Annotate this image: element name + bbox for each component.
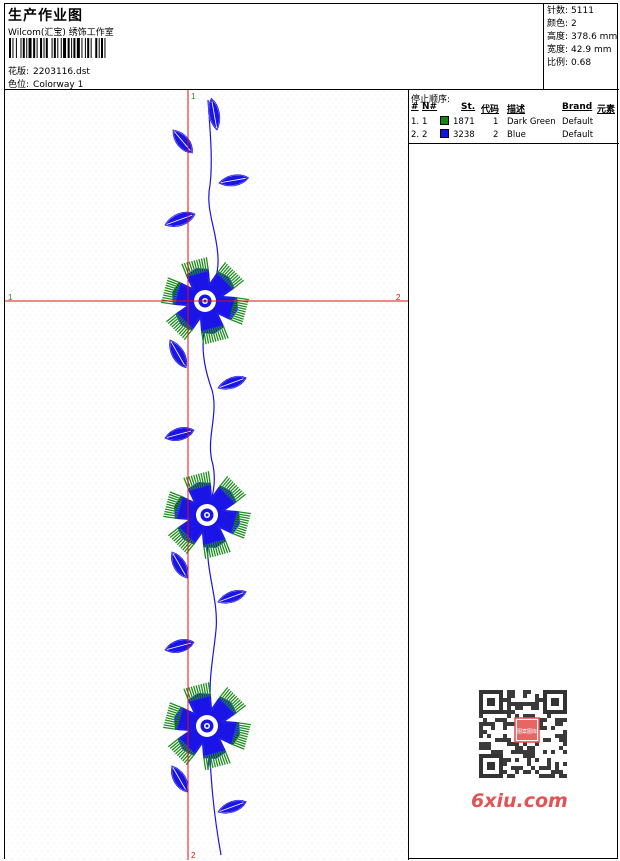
sheet-header: 生产作业图 Wilcom(汇宝) 绣饰工作室 花版: 2203116.dst 色位… xyxy=(5,4,619,90)
col-number: N# xyxy=(422,102,438,112)
sequence-row[interactable]: 2. 2 3238 2 Blue Default xyxy=(409,129,619,142)
design-file-name: 2203116.dst xyxy=(33,67,90,77)
stat-scale: 比例: 0.68 xyxy=(547,58,592,68)
horizontal-axis-end-label: 2 xyxy=(396,293,401,302)
production-sheet: 生产作业图 Wilcom(汇宝) 绣饰工作室 花版: 2203116.dst 色位… xyxy=(4,3,619,860)
vertical-axis-end-label: 2 xyxy=(191,851,196,860)
col-brand: Brand xyxy=(562,102,593,112)
watermark-text: 6xiu.com xyxy=(471,790,568,812)
thread-color-swatch xyxy=(440,129,449,138)
stat-stitches: 针数: 5111 xyxy=(547,6,594,16)
header-info: 生产作业图 Wilcom(汇宝) 绣饰工作室 花版: 2203116.dst 色位… xyxy=(5,4,543,90)
col-stitches: St. xyxy=(461,102,476,112)
panel-divider xyxy=(409,143,619,144)
stat-colors: 颜色: 2 xyxy=(547,19,577,29)
barcode-image xyxy=(9,38,106,58)
stat-width: 宽度: 42.9 mm xyxy=(547,45,612,55)
seal-text: 图案图库 xyxy=(517,728,537,735)
sequence-table-header: # N# St. 代码 描述 Brand 元素 xyxy=(409,102,619,115)
col-description: 描述 xyxy=(507,105,526,115)
colorway-label: 色位: xyxy=(8,80,30,90)
design-file-label: 花版: xyxy=(8,67,30,77)
colorway-line: 色位: Colorway 1 xyxy=(8,77,83,90)
stats-box: 针数: 5111 颜色: 2 高度: 378.6 mm 宽度: 42.9 mm 比例: 0… xyxy=(543,4,619,90)
stat-height: 高度: 378.6 mm xyxy=(547,32,618,42)
col-code: 代码 xyxy=(481,105,500,115)
studio-name: Wilcom(汇宝) 绣饰工作室 xyxy=(8,28,114,38)
horizontal-axis-start-label: 1 xyxy=(8,293,13,302)
stop-sequence-panel: 停止顺序: # N# St. 代码 描述 Brand 元素 1. 1 1871 … xyxy=(409,90,619,860)
thread-color-swatch xyxy=(440,116,449,125)
design-file-line: 花版: 2203116.dst xyxy=(8,64,90,77)
qr-code-watermark: 图案图库 xyxy=(471,682,575,788)
vertical-axis-start-label: 1 xyxy=(191,92,196,101)
col-hash: # xyxy=(411,102,419,112)
design-canvas[interactable]: 1 2 1 2 xyxy=(5,90,409,860)
page-title: 生产作业图 xyxy=(8,8,83,24)
embroidery-preview: 1 2 1 2 xyxy=(5,90,408,860)
sequence-row[interactable]: 1. 1 1871 1 Dark Green Default xyxy=(409,116,619,129)
colorway-name: Colorway 1 xyxy=(33,80,84,90)
col-elements: 元素 xyxy=(597,105,616,115)
